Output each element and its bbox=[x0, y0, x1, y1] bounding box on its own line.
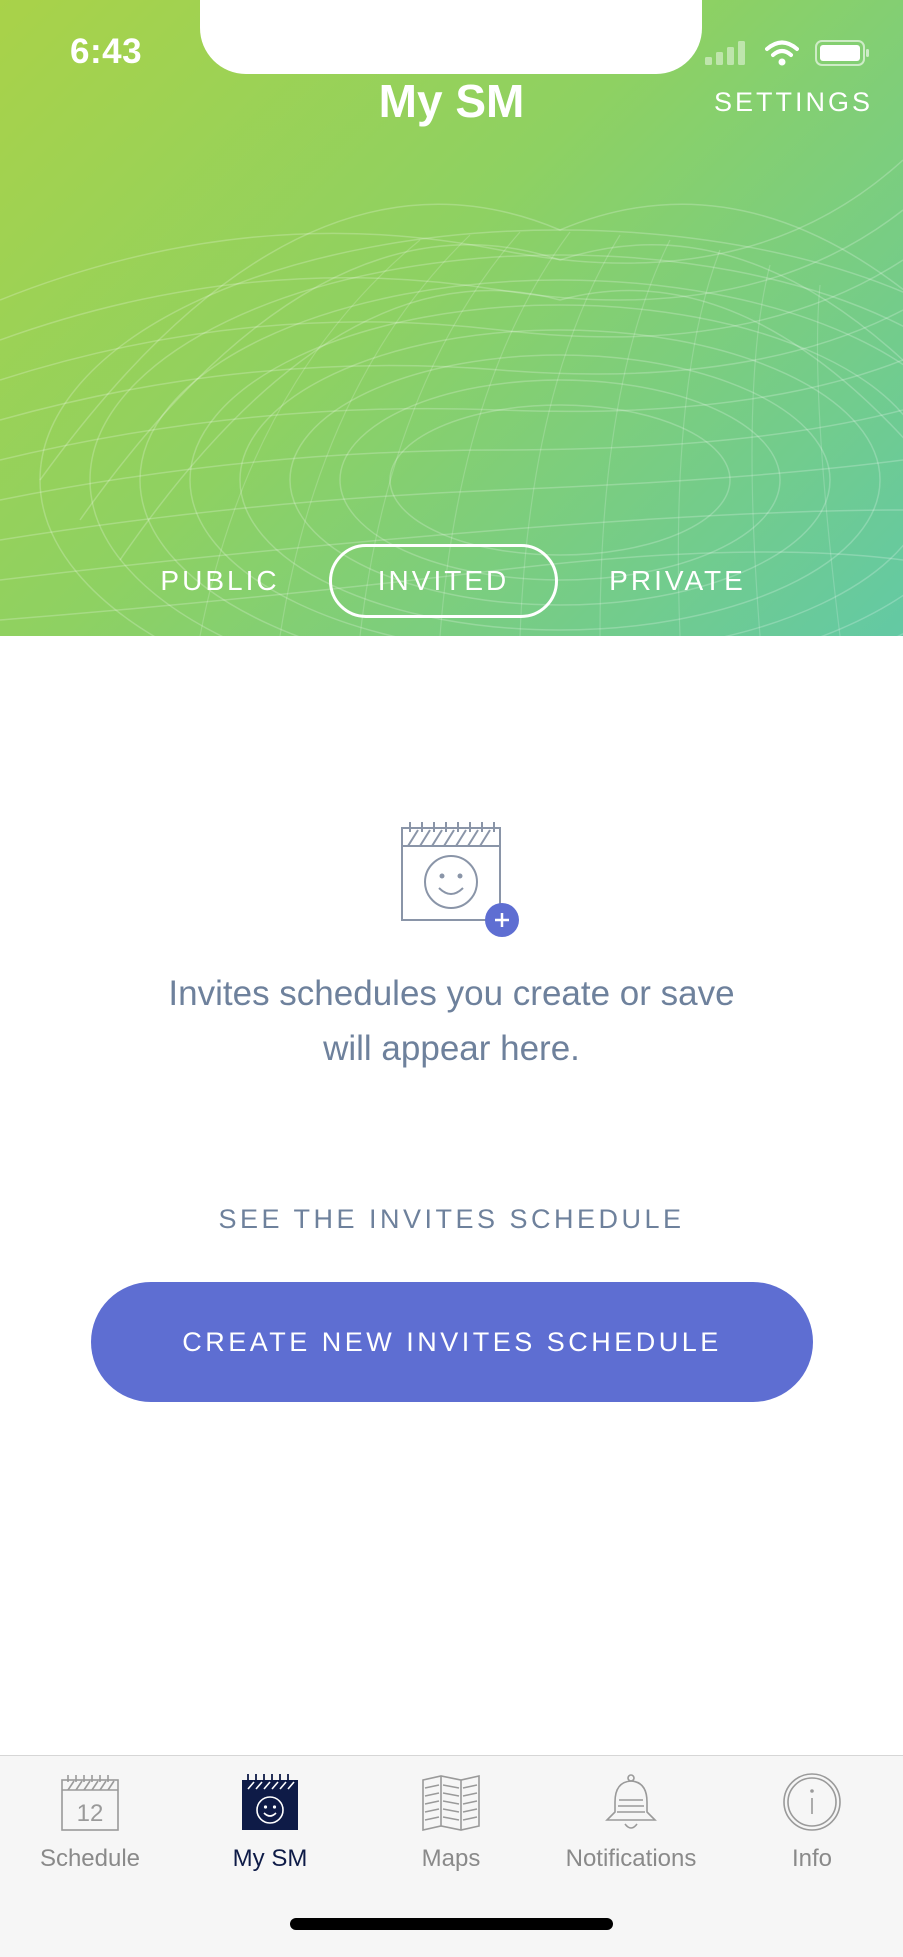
status-icons bbox=[705, 40, 871, 66]
tabbar-label-my-sm: My SM bbox=[232, 1845, 308, 1872]
calendar-smile-add-icon bbox=[401, 822, 519, 937]
settings-button[interactable]: SETTINGS bbox=[714, 87, 873, 118]
tabbar-label-schedule: Schedule bbox=[39, 1845, 141, 1872]
tab-public[interactable]: PUBLIC bbox=[140, 544, 300, 618]
tabbar-item-schedule[interactable]: 12 Schedule bbox=[0, 1756, 180, 1876]
tab-invited[interactable]: INVITED bbox=[329, 544, 558, 618]
calendar-smile-icon bbox=[242, 1774, 298, 1830]
empty-state-line-2: will appear here. bbox=[323, 1029, 580, 1068]
empty-state-line-1: Invites schedules you create or save bbox=[168, 974, 735, 1013]
tabbar-item-info[interactable]: Info bbox=[722, 1756, 902, 1876]
empty-state-message: Invites schedules you create or save wil… bbox=[100, 966, 803, 1076]
calendar-icon: 12 bbox=[61, 1775, 119, 1831]
tabbar-label-info: Info bbox=[791, 1845, 833, 1872]
tabbar-item-maps[interactable]: Maps bbox=[361, 1756, 541, 1876]
info-icon bbox=[783, 1773, 841, 1831]
see-invites-schedule-link[interactable]: SEE THE INVITES SCHEDULE bbox=[0, 1204, 903, 1235]
tabbar-item-my-sm[interactable]: My SM bbox=[180, 1756, 360, 1876]
map-icon bbox=[422, 1775, 480, 1831]
device-notch bbox=[200, 0, 702, 74]
cellular-signal-icon bbox=[705, 41, 745, 65]
create-invites-schedule-button[interactable]: CREATE NEW INVITES SCHEDULE bbox=[91, 1282, 813, 1402]
battery-icon bbox=[815, 40, 869, 66]
calendar-day-number: 12 bbox=[77, 1800, 104, 1827]
wifi-icon bbox=[765, 40, 799, 66]
tabbar-label-maps: Maps bbox=[421, 1845, 481, 1872]
status-time: 6:43 bbox=[70, 32, 143, 71]
bell-icon bbox=[605, 1774, 657, 1829]
tabbar-item-notifications[interactable]: Notifications bbox=[541, 1756, 721, 1876]
tabbar-label-notifications: Notifications bbox=[565, 1845, 697, 1872]
segmented-control: PUBLIC INVITED PRIVATE bbox=[0, 544, 903, 620]
tab-private[interactable]: PRIVATE bbox=[585, 544, 770, 618]
home-indicator bbox=[290, 1918, 613, 1930]
